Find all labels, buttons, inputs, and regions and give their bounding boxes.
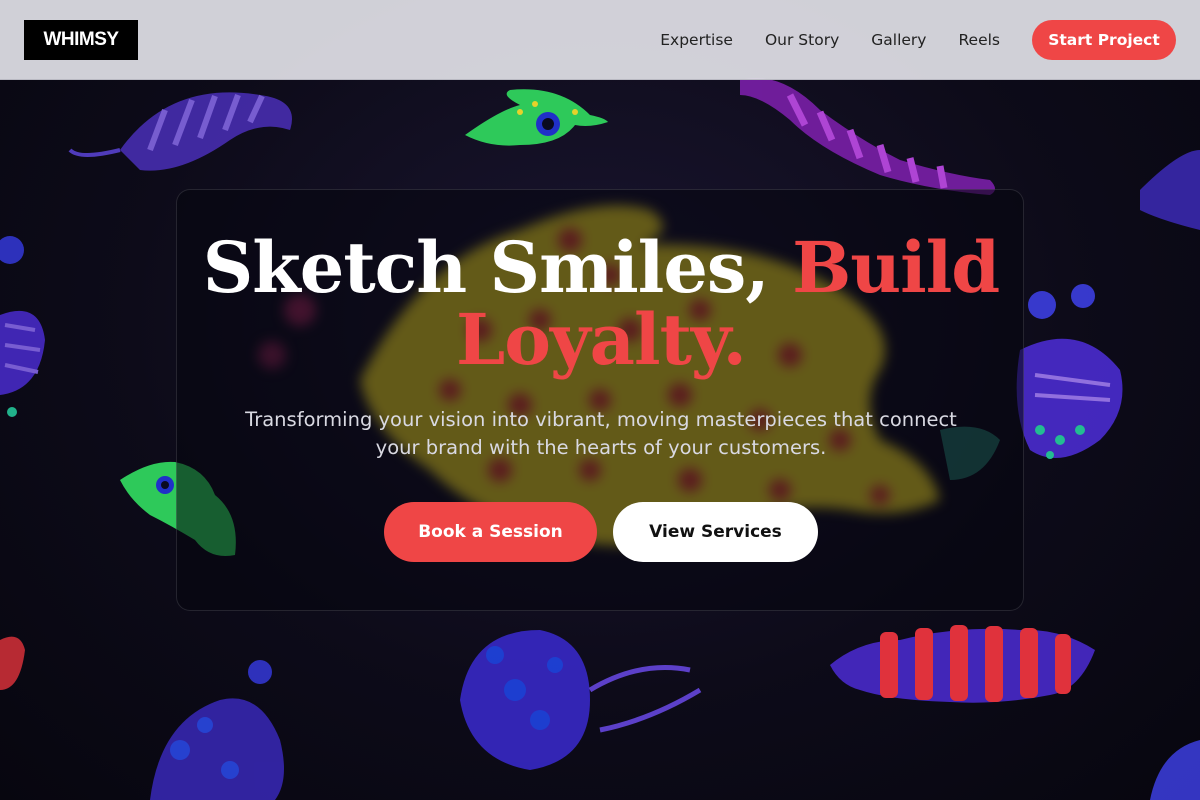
- bottom-right-purple-creature: [1150, 740, 1200, 800]
- nav-link-our-story[interactable]: Our Story: [765, 31, 839, 49]
- hero-button-row: Book a Session View Services: [177, 502, 1025, 562]
- bottom-left-purple-creature: [0, 636, 284, 800]
- book-session-button[interactable]: Book a Session: [384, 502, 597, 562]
- red-striped-creature: [830, 625, 1095, 703]
- hero-title: Sketch Smiles, Build Loyalty.: [177, 232, 1025, 376]
- hero-card: Sketch Smiles, Build Loyalty. Transformi…: [176, 189, 1024, 611]
- green-spotted-creature: [465, 89, 608, 146]
- nav-link-gallery[interactable]: Gallery: [871, 31, 926, 49]
- hero-subtitle: Transforming your vision into vibrant, m…: [245, 408, 957, 459]
- view-services-button[interactable]: View Services: [613, 502, 818, 562]
- left-edge-creature: [0, 236, 45, 417]
- nav-link-expertise[interactable]: Expertise: [660, 31, 733, 49]
- purple-striped-creature: [68, 92, 292, 171]
- brand-logo[interactable]: WHIMSY: [24, 19, 138, 60]
- nav-link-reels[interactable]: Reels: [958, 31, 1000, 49]
- hero-title-main: Sketch Smiles,: [202, 226, 770, 309]
- bottom-center-creature: [460, 630, 702, 770]
- start-project-button[interactable]: Start Project: [1032, 19, 1176, 60]
- magenta-striped-creature: [740, 78, 995, 195]
- right-blue-creature: [1140, 150, 1200, 230]
- main-nav: Expertise Our Story Gallery Reels Start …: [660, 19, 1176, 60]
- site-header: WHIMSY Expertise Our Story Gallery Reels…: [0, 0, 1200, 80]
